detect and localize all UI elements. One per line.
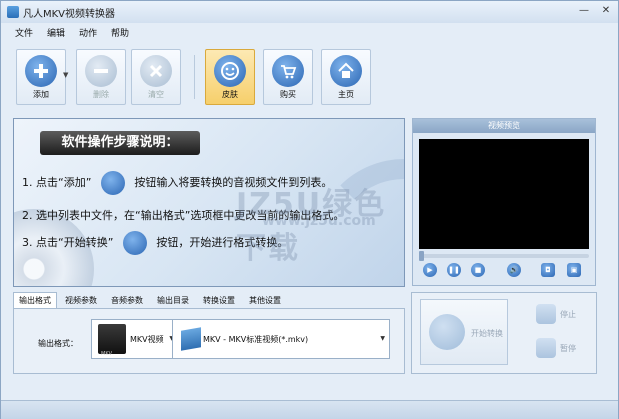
menu-file[interactable]: 文件 — [15, 26, 33, 39]
add-icon — [100, 171, 125, 195]
guide-heading: 软件操作步骤说明： — [40, 131, 200, 155]
toolbar-separator — [194, 55, 195, 99]
stop-icon[interactable]: ■ — [471, 263, 485, 277]
clear-icon — [140, 55, 172, 87]
format-preset-select[interactable]: MKV - MKV标准视频(*.mkv) ▼ — [172, 319, 390, 359]
video-preview-panel: 视频预览 ▶ ❚❚ ■ 🔊 ◘ ▣ — [412, 118, 596, 286]
title-bar: 凡人MKV视频转换器 — ✕ — [1, 1, 618, 23]
clear-button[interactable]: 清空 — [131, 49, 181, 105]
skin-button[interactable]: 皮肤 — [205, 49, 255, 105]
tab-other-settings[interactable]: 其他设置 — [243, 292, 287, 308]
smiley-icon — [214, 55, 246, 87]
action-panel: 开始转换 停止 暂停 — [411, 292, 597, 374]
play-icon[interactable]: ▶ — [423, 263, 437, 277]
start-convert-button[interactable]: 开始转换 — [420, 299, 508, 365]
fullscreen-icon[interactable]: ▣ — [567, 263, 581, 277]
preview-title: 视频预览 — [413, 119, 595, 133]
volume-icon[interactable]: 🔊 — [507, 263, 521, 277]
add-icon — [25, 55, 57, 87]
delete-label: 删除 — [93, 90, 109, 99]
menu-bar: 文件 编辑 动作 帮助 — [1, 23, 618, 41]
stop-icon — [536, 304, 556, 324]
add-label: 添加 — [33, 90, 49, 99]
app-icon — [7, 6, 19, 18]
start-convert-label: 开始转换 — [471, 329, 503, 338]
close-icon[interactable]: ✕ — [600, 5, 612, 17]
guide-panel: 软件操作步骤说明： 1. 点击“添加” 按钮输入将要转换的音视频文件到列表。 2… — [13, 118, 405, 287]
minimize-icon[interactable]: — — [578, 5, 590, 17]
menu-edit[interactable]: 编辑 — [47, 26, 65, 39]
cube-icon — [181, 327, 201, 351]
tab-convert-settings[interactable]: 转换设置 — [197, 292, 241, 308]
toolbar: 添加 ▼ 删除 清空 皮肤 购买 主页 — [1, 43, 618, 111]
skin-label: 皮肤 — [222, 90, 238, 99]
home-icon — [330, 55, 362, 87]
film-icon — [98, 324, 126, 354]
format-category-select[interactable]: MKV MKV视频 ▼ — [91, 319, 179, 359]
menu-help[interactable]: 帮助 — [111, 26, 129, 39]
tab-output-dir[interactable]: 输出目录 — [151, 292, 195, 308]
watermark-url: www.jz5u.com — [262, 213, 376, 229]
clear-label: 清空 — [148, 90, 164, 99]
snapshot-icon[interactable]: ◘ — [541, 263, 555, 277]
format-caption: MKV — [101, 351, 113, 357]
convert-icon — [429, 314, 465, 350]
delete-icon — [85, 55, 117, 87]
pause-icon — [536, 338, 556, 358]
buy-label: 购买 — [280, 90, 296, 99]
seek-knob[interactable] — [419, 251, 424, 261]
format-preset-value: MKV - MKV标准视频(*.mkv) — [203, 335, 309, 344]
window-controls: — ✕ — [578, 5, 612, 17]
menu-action[interactable]: 动作 — [79, 26, 97, 39]
format-category-value: MKV视频 — [130, 335, 164, 344]
add-button[interactable]: 添加 — [16, 49, 66, 105]
main-window: 凡人MKV视频转换器 — ✕ 文件 编辑 动作 帮助 添加 ▼ 删除 清空 皮肤… — [0, 0, 619, 419]
chevron-down-icon: ▼ — [380, 335, 385, 342]
home-button[interactable]: 主页 — [321, 49, 371, 105]
output-format-label: 输出格式： — [38, 339, 78, 348]
window-title: 凡人MKV视频转换器 — [23, 8, 116, 20]
pause-button[interactable]: 暂停 — [534, 337, 588, 361]
convert-icon — [122, 231, 147, 255]
step3-text-a: 3. 点击“开始转换” — [22, 236, 114, 249]
tab-output-format[interactable]: 输出格式 — [13, 292, 57, 308]
status-bar — [1, 400, 618, 419]
pause-icon[interactable]: ❚❚ — [447, 263, 461, 277]
buy-button[interactable]: 购买 — [263, 49, 313, 105]
video-screen — [419, 139, 589, 249]
seek-bar[interactable] — [419, 251, 589, 261]
cart-icon — [272, 55, 304, 87]
pause-label: 暂停 — [560, 344, 576, 353]
tab-video-params[interactable]: 视频参数 — [59, 292, 103, 308]
home-label: 主页 — [338, 90, 354, 99]
step1-text-a: 1. 点击“添加” — [22, 176, 92, 189]
output-format-panel: 输出格式： MKV MKV视频 ▼ MKV - MKV标准视频(*.mkv) ▼ — [13, 308, 405, 374]
delete-button[interactable]: 删除 — [76, 49, 126, 105]
tab-audio-params[interactable]: 音频参数 — [105, 292, 149, 308]
stop-button[interactable]: 停止 — [534, 303, 588, 327]
settings-tabs: 输出格式 视频参数 音频参数 输出目录 转换设置 其他设置 — [13, 292, 289, 308]
stop-label: 停止 — [560, 310, 576, 319]
add-dropdown-icon[interactable]: ▼ — [63, 71, 68, 79]
